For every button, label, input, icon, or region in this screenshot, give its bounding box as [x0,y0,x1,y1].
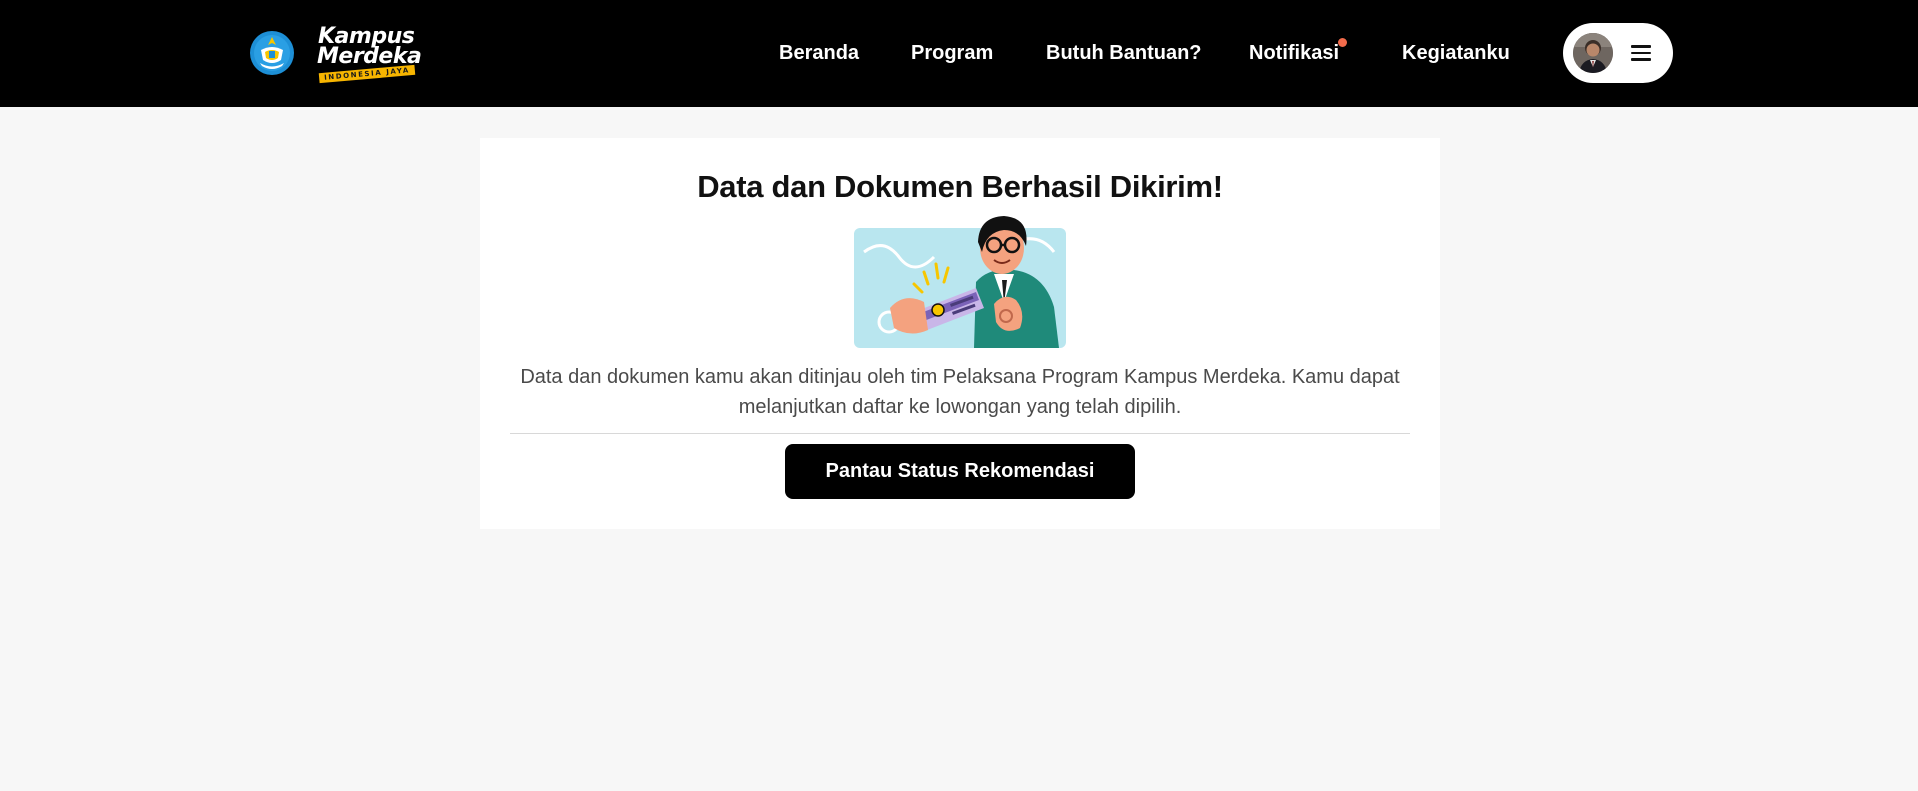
submission-success-card: Data dan Dokumen Berhasil Dikirim! Data … [480,138,1440,529]
nav-item-program[interactable]: Program [911,0,993,107]
kampus-merdeka-wordmark: Kampus Merdeka INDONESIA JAYA [317,24,422,84]
user-avatar-icon [1573,33,1613,73]
avatar [1573,33,1613,73]
hamburger-menu-icon [1631,44,1651,62]
nav-item-notifikasi[interactable]: Notifikasi [1249,0,1348,107]
divider [510,433,1410,434]
kampus-merdeka-logo[interactable]: Kampus Merdeka INDONESIA JAYA [249,24,422,84]
person-holding-id-card-illustration [854,216,1066,348]
notification-badge-dot [1338,38,1348,47]
success-description: Data dan dokumen kamu akan ditinjau oleh… [520,366,1400,418]
profile-menu-button[interactable] [1563,23,1673,83]
tut-wuri-handayani-emblem-icon [250,31,294,75]
page-title: Data dan Dokumen Berhasil Dikirim! [697,169,1223,204]
monitor-recommendation-status-button[interactable]: Pantau Status Rekomendasi [785,444,1135,499]
top-navigation-bar: Kampus Merdeka INDONESIA JAYA Beranda Pr… [0,0,1918,107]
nav-item-kegiatanku[interactable]: Kegiatanku [1402,0,1510,107]
nav-item-beranda[interactable]: Beranda [779,0,859,107]
nav-item-notifikasi-label: Notifikasi [1249,42,1340,64]
nav-item-butuh-bantuan[interactable]: Butuh Bantuan? [1046,0,1202,107]
